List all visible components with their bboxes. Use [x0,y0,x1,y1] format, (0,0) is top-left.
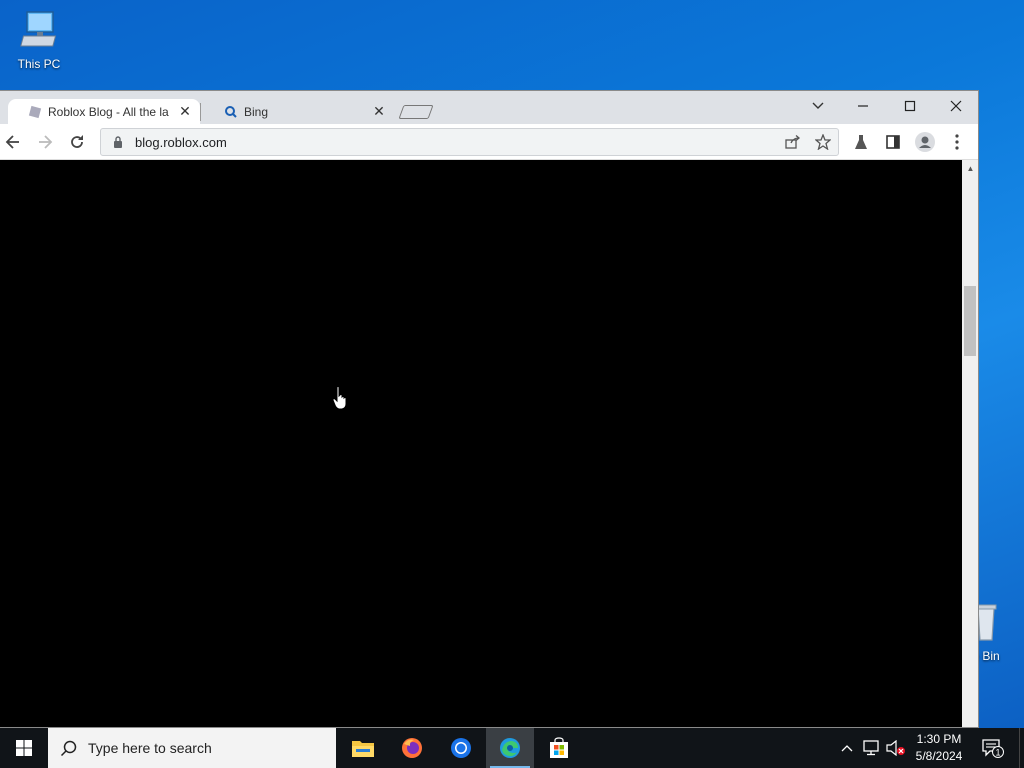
minimize-icon [858,105,868,107]
tab-roblox-blog[interactable]: Roblox Blog - All the la ✕ [8,99,200,124]
edge-icon [500,738,520,758]
volume-muted-icon [886,740,905,756]
maximize-icon [904,100,916,112]
flask-icon [855,135,867,149]
browser-window: Roblox Blog - All the la ✕ Bing ✕ blog.r… [0,90,979,728]
side-panel-icon [886,135,900,149]
browser-toolbar: blog.roblox.com [0,124,978,160]
share-icon[interactable] [778,135,808,149]
clock-time: 1:30 PM [916,732,962,746]
taskbar: Type here to search 1:30 PM 5/8/2024 1 [0,728,1024,768]
close-icon [950,100,962,112]
tab-title: Bing [244,104,269,119]
maximize-button[interactable] [887,91,933,121]
search-placeholder: Type here to search [88,740,212,756]
firefox-icon [402,738,422,758]
store-icon [550,737,568,758]
taskbar-edge[interactable] [486,728,534,768]
taskbar-file-explorer[interactable] [339,728,387,768]
lock-icon[interactable] [111,136,125,148]
search-favicon-icon [225,105,237,118]
menu-button[interactable] [944,129,970,155]
bookmark-star-icon[interactable] [808,134,838,150]
close-tab-icon[interactable]: ✕ [178,103,192,120]
vertical-scrollbar[interactable]: ▲ [962,160,978,727]
start-button[interactable] [0,728,48,768]
arrow-right-icon [39,135,53,149]
chevron-up-icon [841,745,853,752]
taskbar-microsoft-store[interactable] [535,728,583,768]
chrome-icon [451,738,471,758]
roblox-favicon-icon [28,105,42,118]
hand-cursor-icon [332,386,347,410]
volume-button[interactable] [884,728,908,768]
minimize-button[interactable] [840,91,886,121]
side-panel-button[interactable] [880,129,906,155]
new-tab-button[interactable] [398,105,434,119]
taskbar-firefox[interactable] [388,728,436,768]
action-center-button[interactable]: 1 [980,728,1006,768]
desktop-icon-label: This PC [17,57,61,71]
taskbar-chrome[interactable] [437,728,485,768]
desktop-icon-this-pc[interactable]: This PC [1,8,77,71]
notification-count: 1 [995,748,1000,758]
folder-icon [352,741,374,757]
tab-bing[interactable]: Bing ✕ [204,99,394,124]
avatar-icon [915,132,935,152]
network-button[interactable] [860,728,882,768]
kebab-menu-icon [955,134,959,150]
scrollbar-thumb[interactable] [964,286,976,356]
close-window-button[interactable] [933,91,978,121]
chevron-down-icon [812,102,824,109]
reload-icon [71,135,83,148]
labs-button[interactable] [848,129,874,155]
show-hidden-icons-button[interactable] [838,728,856,768]
search-icon [60,739,78,757]
tab-search-button[interactable] [795,91,841,121]
network-icon [863,740,879,756]
url-text: blog.roblox.com [135,134,227,150]
page-content[interactable] [0,160,962,727]
forward-button[interactable] [32,129,58,155]
clock-date: 5/8/2024 [915,749,963,763]
show-desktop-button[interactable] [1019,728,1020,768]
computer-icon [20,11,57,47]
tab-title: Roblox Blog - All the la [48,104,169,119]
system-clock[interactable]: 1:30 PM 5/8/2024 [910,731,968,765]
notification-icon: 1 [982,739,1004,758]
reload-button[interactable] [64,129,90,155]
close-tab-icon[interactable]: ✕ [372,103,386,120]
address-bar[interactable]: blog.roblox.com [100,128,839,156]
arrow-left-icon [5,135,19,149]
profile-button[interactable] [912,129,938,155]
scroll-up-arrow-icon[interactable]: ▲ [962,162,978,174]
taskbar-search-box[interactable]: Type here to search [48,728,336,768]
back-button[interactable] [0,129,26,155]
windows-logo-icon [16,740,32,756]
tab-strip: Roblox Blog - All the la ✕ Bing ✕ [0,91,978,124]
tab-separator [200,103,201,121]
